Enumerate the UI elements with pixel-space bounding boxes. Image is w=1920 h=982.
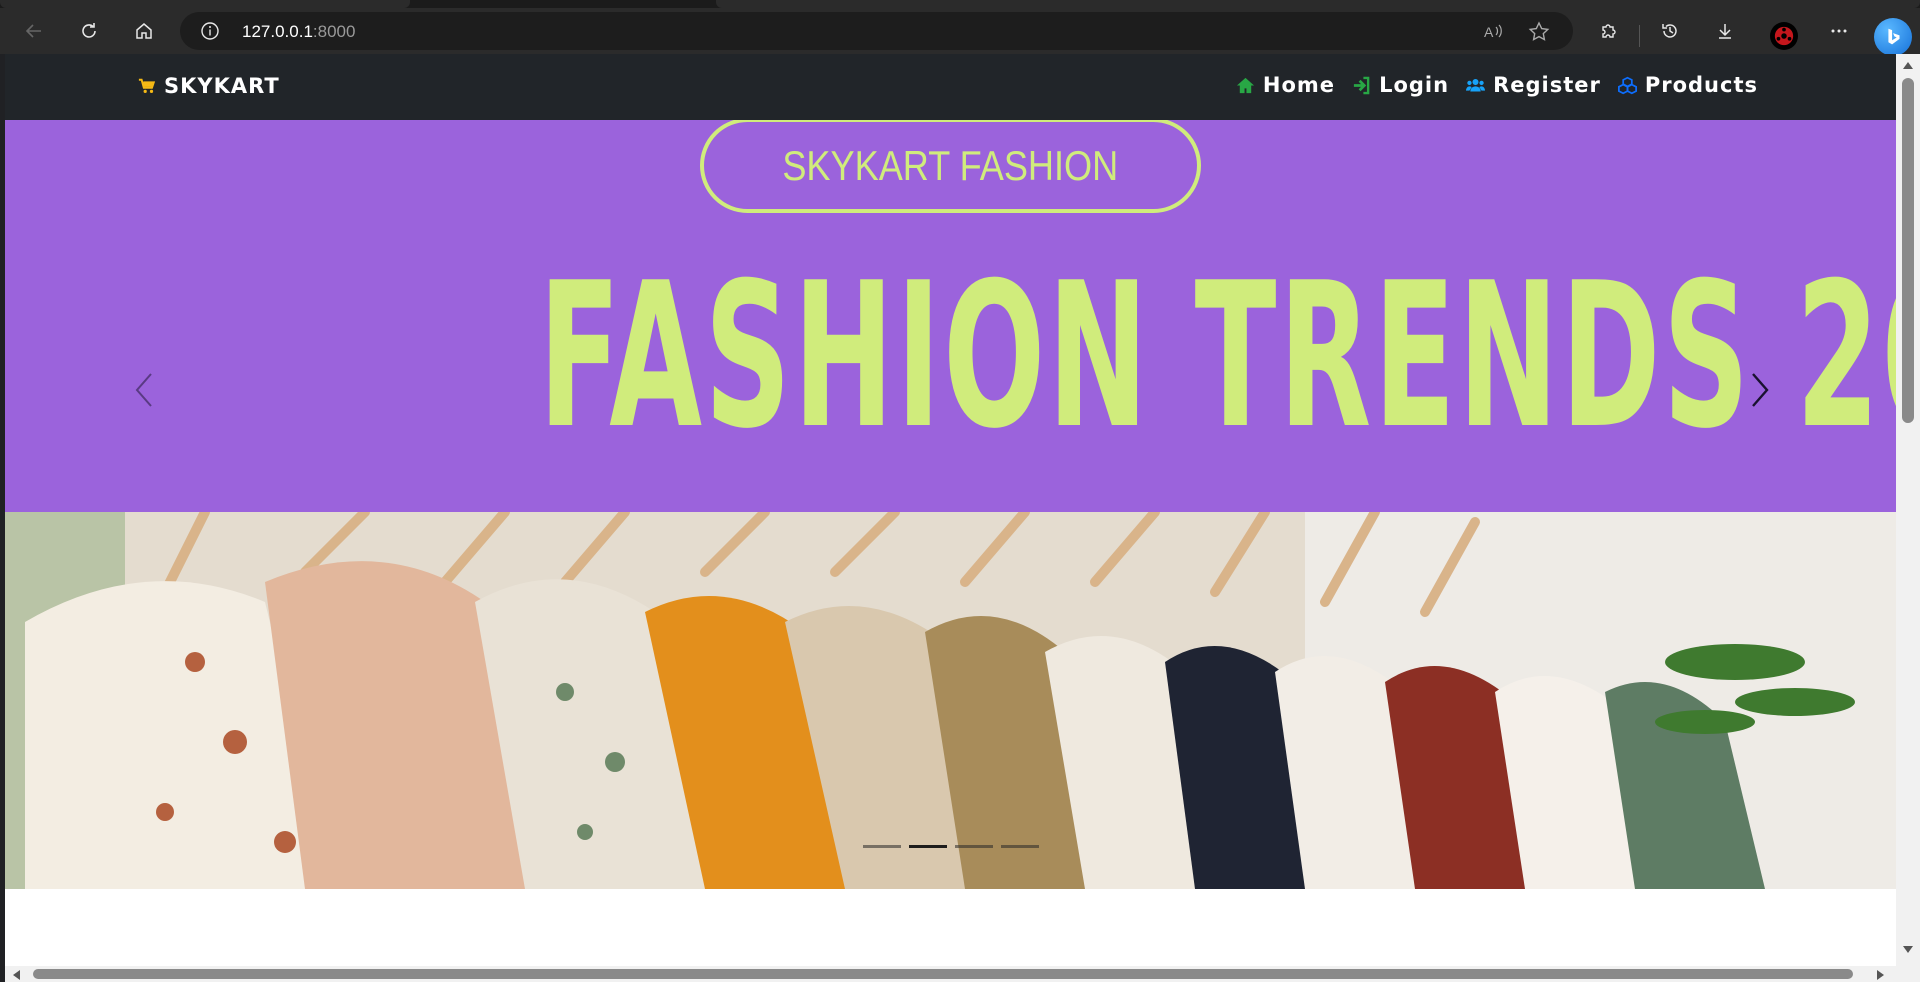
more-options-button[interactable] [1821, 13, 1857, 49]
site-navbar: SKYKART Home Login Register Products [5, 54, 1896, 120]
shopping-cart-icon [138, 78, 156, 94]
nav-login-link[interactable]: Login [1352, 73, 1449, 97]
read-aloud-icon[interactable]: A [1482, 21, 1504, 43]
chevron-right-icon [1752, 372, 1769, 407]
url-port: :8000 [312, 22, 356, 41]
carousel-indicators [5, 845, 1896, 855]
scroll-right-arrow-icon[interactable] [1877, 970, 1884, 980]
scroll-left-arrow-icon[interactable] [13, 970, 20, 980]
browser-tab[interactable] [716, 0, 1920, 8]
nav-products-link[interactable]: Products [1617, 73, 1758, 97]
extensions-button[interactable] [1591, 13, 1627, 49]
brand-name: SKYKART [164, 74, 280, 98]
clothing-rack-illustration [5, 512, 1896, 889]
nav-register-link[interactable]: Register [1466, 73, 1601, 97]
chevron-left-icon [135, 372, 152, 407]
toolbar-separator [1639, 25, 1640, 47]
slide-headline: FASHION TRENDS 2023 [5, 257, 1896, 457]
page: SKYKART Home Login Register Products SKY… [5, 54, 1896, 966]
history-icon [1662, 24, 1677, 38]
home-icon [1236, 77, 1254, 93]
copilot-button[interactable] [1874, 18, 1912, 56]
slide-clothing-rack-image [5, 512, 1896, 889]
slide-banner: SKYKART FASHION FASHION TRENDS 2023 [5, 120, 1896, 512]
slide-pill-text: SKYKART FASHION [782, 141, 1119, 189]
cubes-icon [1617, 76, 1637, 94]
slide-pill-label: SKYKART FASHION [700, 120, 1201, 213]
back-button[interactable] [16, 13, 52, 49]
favorite-star-icon[interactable] [1528, 21, 1550, 43]
site-info-icon[interactable] [200, 21, 220, 41]
carousel-indicator[interactable] [908, 845, 947, 848]
vertical-scroll-thumb[interactable] [1902, 78, 1914, 423]
url-host: 127.0.0.1 [242, 22, 313, 41]
vertical-scrollbar[interactable] [1896, 54, 1920, 966]
reload-icon [82, 23, 96, 38]
page-viewport: SKYKART Home Login Register Products SKY… [5, 54, 1920, 982]
home-button[interactable] [126, 13, 162, 49]
carousel-indicator[interactable] [954, 845, 993, 848]
history-button[interactable] [1652, 13, 1688, 49]
nav-link-label: Products [1644, 73, 1758, 97]
scroll-up-arrow-icon[interactable] [1903, 62, 1913, 69]
avatar-emblem-icon [1774, 26, 1794, 46]
carousel-indicator[interactable] [1000, 845, 1039, 848]
carousel-indicator[interactable] [862, 845, 901, 848]
browser-tab[interactable] [0, 0, 410, 8]
horizontal-scroll-thumb[interactable] [33, 969, 1853, 979]
carousel-next-button[interactable] [1685, 120, 1835, 889]
hero-carousel: SKYKART FASHION FASHION TRENDS 2023 [5, 120, 1896, 889]
address-bar[interactable]: 127.0.0.1:8000 A [180, 12, 1573, 50]
scroll-down-arrow-icon[interactable] [1903, 946, 1913, 953]
nav-link-label: Home [1262, 73, 1336, 97]
reload-button[interactable] [71, 13, 107, 49]
svg-text:A: A [1484, 24, 1494, 40]
nav-home-link[interactable]: Home [1236, 73, 1335, 97]
nav-links: Home Login Register Products [1236, 73, 1758, 97]
nav-link-label: Register [1493, 73, 1601, 97]
profile-avatar[interactable] [1770, 22, 1798, 50]
home-outline-icon [136, 23, 152, 39]
browser-tab-strip [0, 0, 1920, 8]
puzzle-icon [1602, 24, 1616, 38]
carousel-prev-button[interactable] [69, 120, 219, 889]
download-icon [1719, 24, 1731, 39]
bing-icon [1888, 28, 1900, 45]
brand-link[interactable]: SKYKART [138, 74, 280, 98]
nav-link-label: Login [1379, 73, 1450, 97]
url-text[interactable]: 127.0.0.1:8000 [242, 22, 355, 42]
horizontal-scrollbar[interactable] [5, 966, 1920, 982]
users-icon [1466, 78, 1486, 92]
downloads-button[interactable] [1707, 13, 1743, 49]
sign-in-icon [1353, 76, 1370, 94]
back-arrow-icon [25, 24, 41, 38]
ellipsis-icon [1831, 29, 1847, 33]
browser-toolbar: 127.0.0.1:8000 A [0, 8, 1920, 56]
